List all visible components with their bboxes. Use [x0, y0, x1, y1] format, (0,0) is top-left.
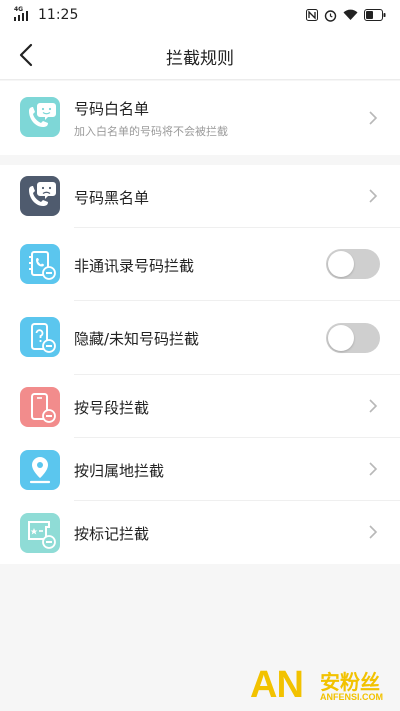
nav-bar: 拦截规则: [0, 30, 400, 80]
whitelist-title: 号码白名单: [74, 100, 150, 118]
rule-title: 按标记拦截: [74, 525, 150, 543]
alarm-icon: [324, 9, 337, 22]
location-pin-icon: [20, 450, 60, 490]
wifi-icon: [343, 9, 358, 20]
network-type: 4G: [14, 6, 24, 13]
segment-phone-icon: [20, 387, 60, 427]
chevron-right-icon: [369, 189, 378, 203]
rule-row-blacklist[interactable]: 号码黑名单: [0, 165, 400, 228]
chevron-right-icon: [369, 399, 378, 413]
battery-icon: [364, 9, 386, 21]
status-time: 11:25: [38, 7, 79, 23]
status-bar: 4G 11:25: [0, 0, 400, 30]
rule-row-number-segment[interactable]: 按号段拦截: [0, 375, 400, 438]
rule-title: 号码黑名单: [74, 189, 150, 207]
rule-row-hidden-numbers: 隐藏/未知号码拦截: [0, 301, 400, 375]
rules-card: 号码黑名单 非通讯录号码拦截 隐藏/未知号码拦截 按号段拦截 按归属地拦截 按标…: [0, 165, 400, 564]
rule-title: 隐藏/未知号码拦截: [74, 330, 200, 348]
rule-row-mark[interactable]: 按标记拦截: [0, 501, 400, 564]
chevron-right-icon: [369, 525, 378, 539]
rule-title: 按号段拦截: [74, 399, 150, 417]
whitelist-row[interactable]: 号码白名单 加入白名单的号码将不会被拦截: [0, 81, 400, 155]
signal-icon: 4G: [14, 6, 30, 21]
whitelist-phone-icon: [20, 97, 60, 137]
nfc-icon: [306, 9, 318, 21]
watermark-an: AN: [250, 664, 304, 706]
toggle-knob: [328, 251, 354, 277]
rule-row-location[interactable]: 按归属地拦截: [0, 438, 400, 501]
blacklist-phone-icon: [20, 176, 60, 216]
unknown-phone-icon: [20, 317, 60, 357]
rule-row-non-contacts: 非通讯录号码拦截: [0, 228, 400, 301]
whitelist-subtitle: 加入白名单的号码将不会被拦截: [74, 125, 228, 138]
rule-title: 按归属地拦截: [74, 462, 165, 480]
contacts-book-icon: [20, 244, 60, 284]
watermark-url: ANFENSI.COM: [320, 692, 383, 702]
chevron-right-icon: [369, 111, 378, 125]
chevron-right-icon: [369, 462, 378, 476]
whitelist-card: 号码白名单 加入白名单的号码将不会被拦截: [0, 81, 400, 155]
toggle-knob: [328, 325, 354, 351]
hidden-numbers-toggle[interactable]: [326, 323, 380, 353]
rule-title: 非通讯录号码拦截: [74, 257, 195, 275]
non-contacts-toggle[interactable]: [326, 249, 380, 279]
watermark-cn: 安粉丝: [320, 670, 380, 694]
watermark-logo: AN 安粉丝 ANFENSI.COM: [250, 662, 400, 711]
mark-tag-icon: [20, 513, 60, 553]
page-title: 拦截规则: [166, 49, 234, 69]
